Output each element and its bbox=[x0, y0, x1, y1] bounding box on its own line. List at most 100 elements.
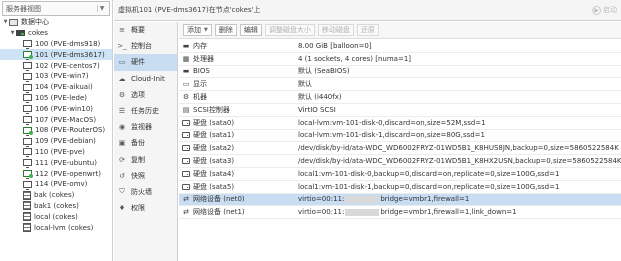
hardware-row[interactable]: ⇄ 网络设备 (net0) virtio=00:11: bridge=vmbr1,fi… bbox=[179, 193, 621, 207]
tree-storage-bak1-cokes[interactable]: bak1 (cokes) bbox=[0, 201, 112, 212]
menu-item-snapshot[interactable]: ↺ 快照 bbox=[114, 168, 177, 184]
hard-disk-shape bbox=[182, 183, 190, 190]
menu-item-monitor[interactable]: ◉ 监视器 bbox=[114, 119, 177, 135]
hardware-value: 默认 (SeaBIOS) bbox=[298, 67, 350, 76]
tree-vm-101-pve-dms3617[interactable]: 101 (PVE-dms3617) bbox=[0, 49, 112, 61]
vm-icon bbox=[23, 94, 32, 104]
move-disk-button[interactable]: 移动磁盘 bbox=[317, 24, 354, 36]
vm-icon bbox=[23, 62, 32, 72]
summary-icon: ≡ bbox=[119, 26, 125, 35]
hardware-grid: ▬ 内存 8.00 GiB [balloon=0] ▦ 处理器 4 (1 sockets,… bbox=[179, 40, 621, 261]
hard-disk-icon bbox=[179, 119, 193, 126]
menu-item-backup[interactable]: ▣ 备份 bbox=[114, 135, 177, 151]
hard-disk-shape bbox=[182, 119, 190, 126]
collapse-icon[interactable]: ▼ bbox=[9, 30, 16, 36]
vm-config-menu: ≡ 概要 >_ 控制台 ▭ 硬件 ☁ Cloud-Init ⚙ 选项 ☰ 任务历史 ◉ 监视器 ▣ 备份 ⟳ 复制… bbox=[114, 22, 178, 261]
tree-vm-105-pve-lede[interactable]: 105 (PVE-lede) bbox=[0, 93, 112, 104]
menu-item-options[interactable]: ⚙ 选项 bbox=[114, 87, 177, 103]
tree-node[interactable]: ▼ cokes bbox=[0, 28, 112, 39]
collapse-icon[interactable]: ▼ bbox=[2, 19, 9, 25]
menu-item-label: Cloud-Init bbox=[131, 74, 165, 83]
hard-disk-shape bbox=[182, 132, 190, 139]
chevron-down-icon[interactable]: ▼ bbox=[97, 5, 106, 12]
task-history-icon: ☰ bbox=[118, 107, 126, 116]
hardware-row[interactable]: ⚙ 机器 默认 (i440fx) bbox=[179, 91, 621, 104]
storage-icon bbox=[23, 201, 31, 211]
hardware-row[interactable]: 硬盘 (sata5) local1:vm-101-disk-1,backup=0,… bbox=[179, 181, 621, 194]
hardware-row[interactable]: 硬盘 (sata1) local-lvm:vm-101-disk-1,discar… bbox=[179, 130, 621, 143]
vm-icon bbox=[23, 40, 32, 50]
tree-storage-label: bak (cokes) bbox=[34, 191, 75, 200]
view-selector[interactable]: 服务器视图 ▼ bbox=[2, 1, 110, 16]
menu-item-permissions[interactable]: ♦ 权限 bbox=[114, 200, 177, 216]
tree-vm-111-pve-ubuntu[interactable]: 111 (PVE-ubuntu) bbox=[0, 157, 112, 169]
menu-item-task-history[interactable]: ☰ 任务历史 bbox=[114, 103, 177, 119]
hardware-row[interactable]: 硬盘 (sata2) /dev/disk/by-id/ata-WDC_WD6002… bbox=[179, 142, 621, 156]
view-selector-label: 服务器视图 bbox=[6, 4, 41, 13]
hardware-row[interactable]: ⇄ 网络设备 (net1) virtio=00:11: bridge=vmbr1,fi… bbox=[179, 206, 621, 220]
hardware-name: 硬盘 (sata3) bbox=[193, 157, 235, 166]
remove-button[interactable]: 删除 bbox=[214, 24, 237, 36]
resize-disk-button[interactable]: 调整磁盘大小 bbox=[264, 24, 315, 36]
add-button[interactable]: 添加 ▼ bbox=[183, 24, 212, 36]
tree-storage-local-cokes[interactable]: local (cokes) bbox=[0, 211, 112, 222]
storage-icon bbox=[23, 190, 31, 200]
hardware-name: 处理器 bbox=[193, 54, 214, 63]
start-button-label: 启动 bbox=[603, 6, 617, 14]
hardware-row[interactable]: ▬ 内存 8.00 GiB [balloon=0] bbox=[179, 40, 621, 53]
hardware-row[interactable]: ▬ BIOS 默认 (SeaBIOS) bbox=[179, 66, 621, 79]
tree-vm-label: 105 (PVE-lede) bbox=[35, 93, 88, 102]
net-options: bridge=vmbr1,firewall=1,link_down=1 bbox=[380, 208, 517, 217]
menu-item-cloud[interactable]: ☁ Cloud-Init bbox=[114, 71, 177, 87]
tree-vm-100-pve-dms918[interactable]: 100 (PVE-dms918) bbox=[0, 39, 112, 50]
redacted-mac bbox=[345, 195, 380, 203]
hardware-row[interactable]: 硬盘 (sata4) local1:vm-101-disk-0,backup=0,… bbox=[179, 168, 621, 181]
menu-item-firewall[interactable]: ⛉ 防火墙 bbox=[114, 184, 177, 200]
hardware-icon: ▭ bbox=[118, 58, 126, 67]
tree-vm-110-pve-pve[interactable]: 110 (PVE-pve) bbox=[0, 147, 112, 158]
tree-vm-114-pve-omv[interactable]: 114 (PVE-omv) bbox=[0, 179, 112, 190]
tree-vm-108-pve-routeros[interactable]: 108 (PVE-RouterOS) bbox=[0, 125, 112, 136]
tree-vm-106-pve-win10[interactable]: 106 (PVE-win10) bbox=[0, 103, 112, 115]
hardware-row[interactable]: 硬盘 (sata0) local-lvm:vm-101-disk-0,discar… bbox=[179, 117, 621, 130]
tree-storage-local-lvm-cokes[interactable]: local-lvm (cokes) bbox=[0, 222, 112, 233]
monitor-icon: ◉ bbox=[118, 123, 126, 132]
tree-vm-109-pve-debian[interactable]: 109 (PVE-debian) bbox=[0, 136, 112, 147]
tree-vm-102-pve-centos7[interactable]: 102 (PVE-centos7) bbox=[0, 60, 112, 72]
tree-vm-104-pve-aikuai[interactable]: 104 (PVE-aikuai) bbox=[0, 82, 112, 93]
vm-icon bbox=[23, 180, 32, 190]
tree-node-label: cokes bbox=[28, 29, 48, 38]
tree-datacenter[interactable]: ▼ 数据中心 bbox=[0, 17, 112, 28]
tree-vm-112-pve-openwrt[interactable]: 112 (PVE-openwrt) bbox=[0, 168, 112, 180]
machine-icon: ⚙ bbox=[182, 93, 190, 102]
menu-item-label: 监视器 bbox=[131, 123, 152, 132]
edit-button[interactable]: 编辑 bbox=[239, 24, 262, 36]
hardware-name: 显示 bbox=[193, 80, 207, 89]
tree-vm-label: 114 (PVE-omv) bbox=[35, 180, 88, 189]
tree-storage-bak-cokes[interactable]: bak (cokes) bbox=[0, 190, 112, 201]
play-icon: ▶ bbox=[592, 5, 601, 15]
hardware-name: 硬盘 (sata2) bbox=[193, 144, 235, 153]
tree-vm-107-pve-macos[interactable]: 107 (PVE-MacOS) bbox=[0, 114, 112, 126]
tree-vm-label: 104 (PVE-aikuai) bbox=[35, 83, 93, 92]
menu-item-hardware[interactable]: ▭ 硬件 bbox=[114, 54, 177, 71]
revert-button[interactable]: 还原 bbox=[356, 24, 379, 36]
vm-icon bbox=[23, 137, 32, 147]
add-button-label: 添加 bbox=[187, 26, 201, 34]
hardware-name: 硬盘 (sata0) bbox=[193, 118, 235, 127]
menu-item-console[interactable]: >_ 控制台 bbox=[114, 38, 177, 54]
tree-vm-103-pve-win7[interactable]: 103 (PVE-win7) bbox=[0, 71, 112, 82]
hardware-name: 硬盘 (sata1) bbox=[193, 131, 235, 140]
menu-item-summary[interactable]: ≡ 概要 bbox=[114, 22, 177, 38]
options-icon: ⚙ bbox=[118, 90, 126, 99]
hardware-row[interactable]: ▤ SCSI控制器 VirtIO SCSI bbox=[179, 104, 621, 117]
menu-item-label: 快照 bbox=[131, 171, 145, 180]
hardware-row[interactable]: 硬盘 (sata3) /dev/disk/by-id/ata-WDC_WD6002… bbox=[179, 155, 621, 168]
hardware-value: local1:vm-101-disk-0,backup=0,discard=on… bbox=[298, 169, 560, 178]
start-button[interactable]: ▶ 启动 bbox=[592, 5, 617, 15]
menu-item-label: 任务历史 bbox=[131, 107, 159, 116]
hardware-row[interactable]: ▭ 显示 默认 bbox=[179, 78, 621, 92]
hardware-row[interactable]: ▦ 处理器 4 (1 sockets, 4 cores) [numa=1] bbox=[179, 53, 621, 66]
menu-item-replication[interactable]: ⟳ 复制 bbox=[114, 152, 177, 168]
hardware-value: virtio=00:11: bridge=vmbr1,firewall=1 bbox=[298, 195, 621, 203]
